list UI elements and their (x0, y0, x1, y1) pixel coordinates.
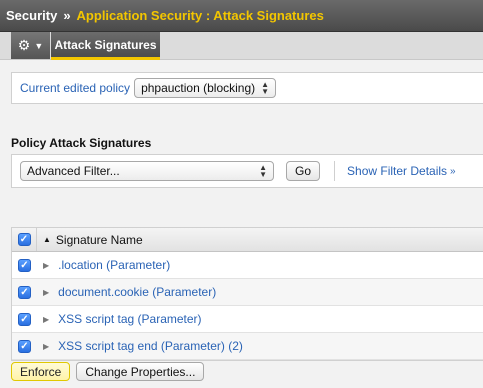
row-checkbox[interactable]: ✓ (18, 285, 31, 299)
enforce-button[interactable]: Enforce (11, 362, 71, 381)
expand-arrow-icon[interactable]: ▶ (43, 288, 49, 297)
tab-strip: ⚙ ▼ Attack Signatures (0, 32, 483, 60)
double-chevron-down-icon: » (450, 165, 456, 177)
select-arrows-icon: ▲ ▼ (261, 80, 270, 96)
table-row: ✓ ▶ .location (Parameter) (12, 252, 483, 279)
row-checkbox[interactable]: ✓ (18, 258, 31, 272)
signatures-table: ✓ ▲ Signature Name ✓ ▶ .location (Parame… (11, 227, 483, 361)
policy-select[interactable]: phpauction (blocking) ▲ ▼ (134, 78, 277, 98)
go-button[interactable]: Go (286, 161, 321, 181)
row-checkbox[interactable]: ✓ (18, 312, 31, 326)
column-header-signature-name[interactable]: Signature Name (56, 233, 143, 247)
change-properties-button[interactable]: Change Properties... (76, 362, 205, 381)
policy-label[interactable]: Current edited policy (20, 81, 130, 95)
signature-link[interactable]: XSS script tag (Parameter) (58, 312, 201, 326)
signature-link[interactable]: .location (Parameter) (58, 258, 170, 272)
signature-link[interactable]: document.cookie (Parameter) (58, 285, 216, 299)
gear-icon: ⚙ (17, 37, 31, 53)
filter-select-value: Advanced Filter... (27, 164, 120, 178)
table-row: ✓ ▶ XSS script tag end (Parameter) (2) (12, 333, 483, 360)
divider (334, 161, 336, 181)
table-row: ✓ ▶ XSS script tag (Parameter) (12, 306, 483, 333)
gear-menu-button[interactable]: ⚙ ▼ (11, 32, 50, 59)
select-arrows-icon: ▲ ▼ (259, 163, 267, 179)
section-title: Policy Attack Signatures (11, 136, 152, 150)
title-bar: Security » Application Security : Attack… (0, 0, 483, 32)
tab-attack-signatures[interactable]: Attack Signatures (51, 32, 160, 60)
select-all-cell: ✓ (12, 228, 37, 251)
filter-bar: Advanced Filter... ▲ ▼ Go Show Filter Det… (11, 154, 483, 188)
caret-down-icon: ▼ (34, 40, 44, 51)
breadcrumb-root[interactable]: Security (6, 8, 57, 23)
sort-ascending-icon[interactable]: ▲ (43, 235, 51, 244)
policy-select-value: phpauction (blocking) (141, 81, 256, 95)
signature-link[interactable]: XSS script tag end (Parameter) (2) (58, 339, 243, 353)
row-checkbox[interactable]: ✓ (18, 339, 31, 353)
table-header: ✓ ▲ Signature Name (12, 228, 483, 252)
show-filter-details-link[interactable]: Show Filter Details (347, 164, 447, 178)
breadcrumb-current: Application Security : Attack Signatures (76, 8, 324, 23)
breadcrumb-separator: » (63, 8, 71, 23)
expand-arrow-icon[interactable]: ▶ (43, 261, 49, 270)
filter-select[interactable]: Advanced Filter... ▲ ▼ (20, 161, 274, 181)
expand-arrow-icon[interactable]: ▶ (43, 342, 49, 351)
policy-bar: Current edited policy phpauction (blocki… (11, 72, 483, 104)
select-all-checkbox[interactable]: ✓ (17, 233, 31, 246)
expand-arrow-icon[interactable]: ▶ (43, 315, 49, 324)
table-row: ✓ ▶ document.cookie (Parameter) (12, 279, 483, 306)
action-bar: Enforce Change Properties... (11, 362, 205, 381)
